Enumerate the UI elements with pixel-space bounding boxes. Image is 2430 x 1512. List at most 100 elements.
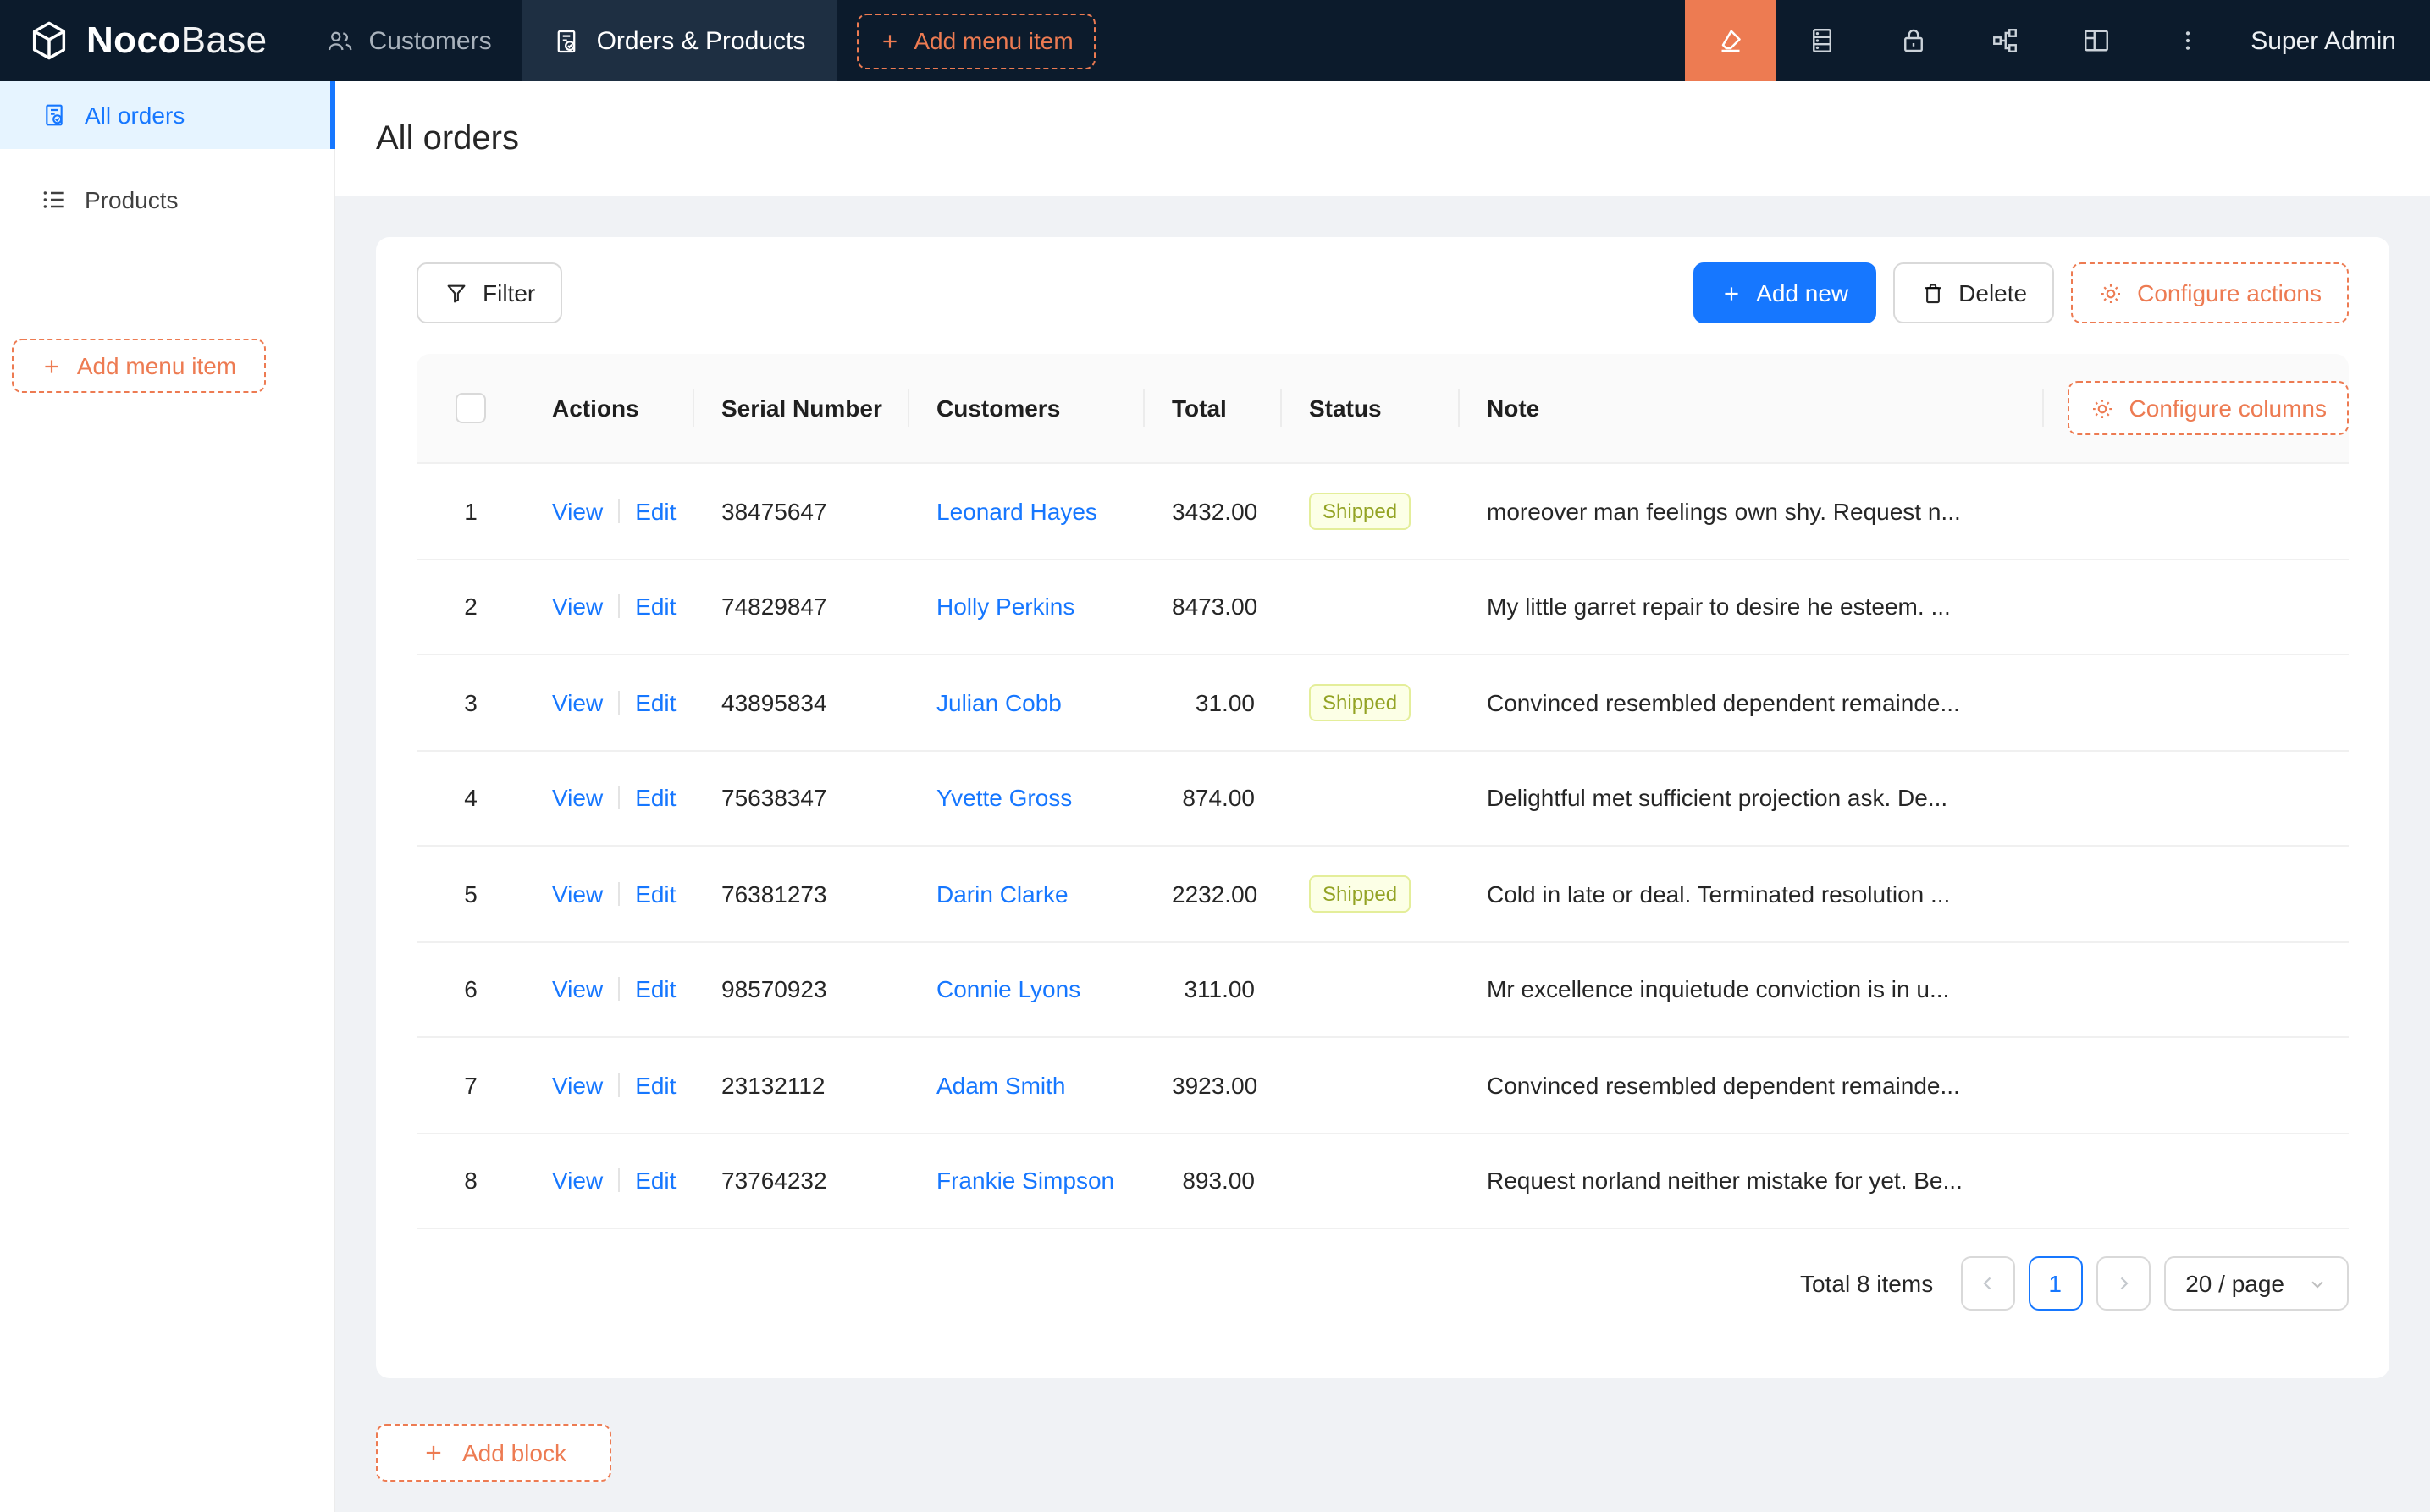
edit-link[interactable]: Edit [635,498,676,525]
workflow-button[interactable] [1959,0,2051,81]
customer-link[interactable]: Holly Perkins [936,593,1074,621]
total-cell: 2232.00 [1145,880,1282,908]
edit-link[interactable]: Edit [635,976,676,1003]
status-badge: Shipped [1309,684,1411,721]
customer-link[interactable]: Darin Clarke [936,880,1069,908]
table-row: 2ViewEdit74829847Holly Perkins8473.00My … [417,560,2349,655]
row-index: 3 [417,689,525,716]
total-cell: 311.00 [1145,976,1282,1003]
plugin-settings-button[interactable] [2051,0,2142,81]
nav-tab-orders-products[interactable]: Orders & Products [522,0,837,81]
configure-actions-button[interactable]: Configure actions [2071,262,2349,323]
view-link[interactable]: View [552,689,603,716]
layout-icon [2081,25,2112,56]
plus-icon [41,355,64,377]
note-cell: Request norland neither mistake for yet.… [1460,1167,2349,1195]
view-link[interactable]: View [552,593,603,621]
view-link[interactable]: View [552,976,603,1003]
nav-tab-customers[interactable]: Customers [295,0,522,81]
user-name: Super Admin [2251,26,2396,55]
select-all-checkbox[interactable] [456,393,486,423]
column-header-actions: Actions [525,354,694,462]
more-actions-button[interactable] [2142,0,2234,81]
customer-cell: Leonard Hayes [909,498,1145,525]
access-control-button[interactable] [1868,0,1959,81]
note-cell: Convinced resembled dependent remainde..… [1460,689,2349,716]
customer-link[interactable]: Julian Cobb [936,689,1062,716]
edit-link[interactable]: Edit [635,1072,676,1099]
column-header-note: Note Configure columns [1460,354,2349,462]
plus-icon [422,1441,445,1465]
table-row: 4ViewEdit75638347Yvette Gross874.00Delig… [417,751,2349,847]
note-cell: Mr excellence inquietude conviction is i… [1460,976,2349,1003]
table-toolbar: Filter Add new [417,262,2349,323]
nav-add-menu-item-button[interactable]: Add menu item [856,13,1095,69]
customer-cell: Holly Perkins [909,593,1145,621]
link-divider [618,595,620,619]
edit-link[interactable]: Edit [635,785,676,812]
ui-editor-button[interactable] [1685,0,1776,81]
table-row: 7ViewEdit23132112Adam Smith3923.00Convin… [417,1038,2349,1134]
trash-icon [1919,280,1945,306]
view-link[interactable]: View [552,785,603,812]
view-link[interactable]: View [552,1072,603,1099]
filter-button[interactable]: Filter [417,262,562,323]
configure-columns-button[interactable]: Configure columns [2068,381,2349,435]
column-header-customers: Customers [909,354,1145,462]
serial-number-cell: 38475647 [694,498,909,525]
chevron-right-icon [2112,1273,2133,1294]
customer-link[interactable]: Yvette Gross [936,785,1072,812]
app-body: All orders Products Add menu item All or… [0,81,2430,1512]
nav-tab-label: Orders & Products [597,26,806,55]
user-menu[interactable]: Super Admin [2234,0,2430,81]
status-cell: Shipped [1282,684,1460,721]
page-number-button[interactable]: 1 [2028,1256,2082,1311]
data-source-button[interactable] [1776,0,1868,81]
header-divider [2043,389,2045,427]
row-actions: View Edit [525,1167,694,1195]
pagination: Total 8 items 1 [417,1256,2349,1311]
file-done-icon [41,102,68,129]
view-link[interactable]: View [552,498,603,525]
sidebar-item-products[interactable]: Products [0,166,334,234]
top-nav: NocoBase Customers Orders & Products Add… [0,0,2430,81]
nocobase-logo[interactable]: NocoBase [0,0,295,81]
row-index: 8 [417,1167,525,1195]
sidebar-item-all-orders[interactable]: All orders [0,81,334,149]
add-new-button[interactable]: Add new [1693,262,1875,323]
table-row: 5ViewEdit76381273Darin Clarke2232.00Ship… [417,847,2349,942]
plus-icon [878,30,900,52]
sidebar-add-menu-item-button[interactable]: Add menu item [12,339,266,393]
customer-cell: Frankie Simpson [909,1167,1145,1195]
nav-tab-label: Customers [369,26,492,55]
view-link[interactable]: View [552,880,603,908]
row-actions: View Edit [525,593,694,621]
customer-link[interactable]: Connie Lyons [936,976,1080,1003]
next-page-button[interactable] [2096,1256,2150,1311]
delete-button[interactable]: Delete [1892,262,2054,323]
table-block: Filter Add new [376,237,2389,1378]
edit-link[interactable]: Edit [635,1167,676,1195]
list-icon [41,186,68,213]
customer-link[interactable]: Frankie Simpson [936,1167,1114,1195]
note-cell: Delightful met sufficient projection ask… [1460,785,2349,812]
prev-page-button[interactable] [1960,1256,2014,1311]
total-cell: 31.00 [1145,689,1282,716]
customer-link[interactable]: Leonard Hayes [936,498,1097,525]
page-size-select[interactable]: 20 / page [2163,1256,2349,1311]
serial-number-cell: 76381273 [694,880,909,908]
customer-link[interactable]: Adam Smith [936,1072,1066,1099]
sidebar-item-label: All orders [85,102,185,129]
nocobase-app: NocoBase Customers Orders & Products Add… [0,0,2430,1512]
gear-icon [2098,280,2123,306]
add-block-button[interactable]: Add block [376,1424,612,1482]
total-cell: 8473.00 [1145,593,1282,621]
edit-link[interactable]: Edit [635,593,676,621]
view-link[interactable]: View [552,1167,603,1195]
row-index: 4 [417,785,525,812]
partition-icon [1990,25,2020,56]
nocobase-cube-icon [27,19,71,63]
edit-link[interactable]: Edit [635,880,676,908]
edit-link[interactable]: Edit [635,689,676,716]
column-header-status: Status [1282,354,1460,462]
